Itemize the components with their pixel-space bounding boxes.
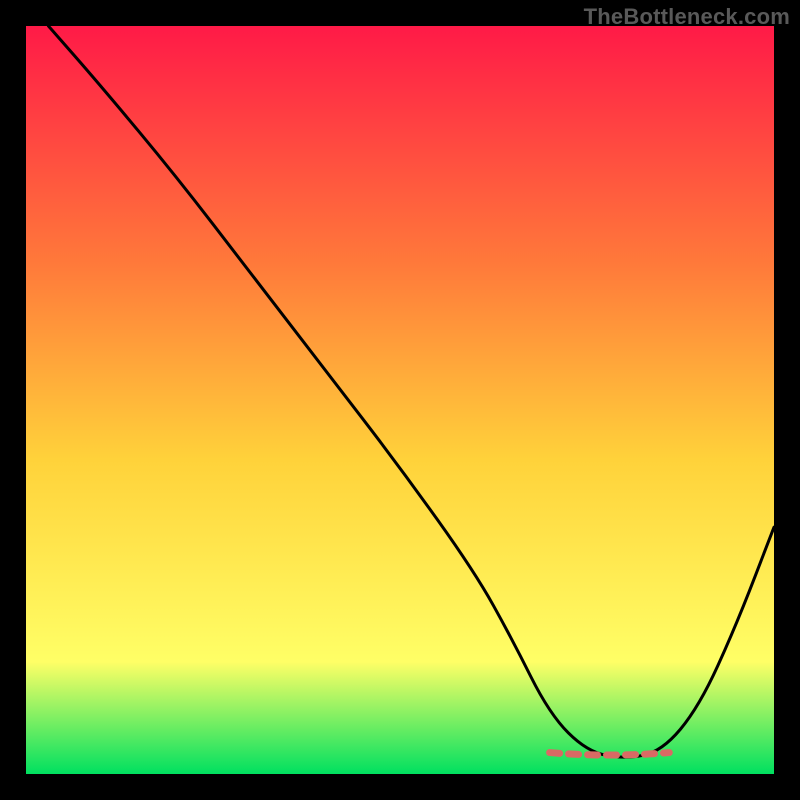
watermark-text: TheBottleneck.com — [584, 4, 790, 30]
highlight-segment — [550, 753, 670, 756]
plot-area — [26, 26, 774, 774]
gradient-background — [26, 26, 774, 774]
plot-svg — [26, 26, 774, 774]
chart-frame: TheBottleneck.com — [0, 0, 800, 800]
